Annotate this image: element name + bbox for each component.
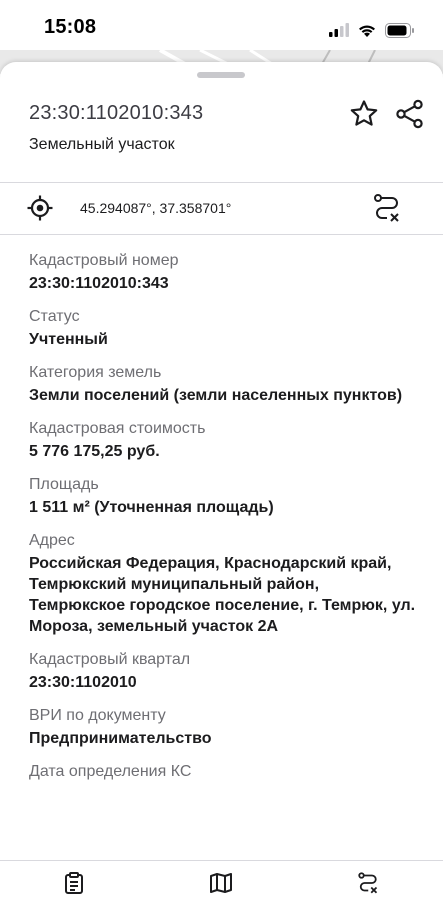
- field-label: Адрес: [29, 532, 75, 549]
- favorite-button[interactable]: [348, 98, 380, 130]
- clipboard-icon: [62, 871, 86, 895]
- bottom-tab-bar: [0, 860, 443, 901]
- coordinates-divider: [0, 234, 443, 235]
- field-label: Кадастровая стоимость: [29, 420, 206, 437]
- field-label: Кадастровый номер: [29, 252, 179, 269]
- share-icon: [394, 98, 426, 130]
- field-value[interactable]: 23:30:1102010: [29, 672, 419, 693]
- field-land-category: Категория земель Земли поселений (земли …: [29, 362, 419, 406]
- field-value[interactable]: 23:30:1102010:343: [29, 273, 419, 294]
- map-icon: [209, 871, 233, 895]
- parcel-number-title: 23:30:1102010:343: [29, 102, 204, 124]
- field-cadastral-quarter: Кадастровый квартал 23:30:1102010: [29, 649, 419, 693]
- field-status: Статус Учтенный: [29, 306, 419, 350]
- coordinates-text: 45.294087°, 37.358701°: [80, 200, 232, 216]
- field-value[interactable]: Земли поселений (земли населенных пункто…: [29, 385, 419, 406]
- field-address: Адрес Российская Федерация, Краснодарски…: [29, 530, 419, 637]
- status-bar: 15:08: [0, 0, 443, 56]
- wifi-icon: [357, 23, 377, 38]
- tab-route[interactable]: [357, 871, 381, 895]
- route-cancel-icon: [372, 192, 404, 224]
- parcel-fields: Кадастровый номер 23:30:1102010:343 Стат…: [29, 250, 419, 794]
- field-cadastral-number: Кадастровый номер 23:30:1102010:343: [29, 250, 419, 294]
- field-valuation-date: Дата определения КС: [29, 761, 419, 782]
- info-sheet: 23:30:1102010:343 Земельный участок 45.2…: [0, 62, 443, 900]
- status-icons: [329, 20, 415, 40]
- status-time: 15:08: [44, 16, 97, 38]
- field-permitted-use: ВРИ по документу Предпринимательство: [29, 705, 419, 749]
- field-value[interactable]: 5 776 175,25 руб.: [29, 441, 419, 462]
- field-label: Кадастровый квартал: [29, 651, 191, 668]
- battery-icon: [385, 22, 415, 38]
- parcel-type-subtitle: Земельный участок: [29, 136, 175, 153]
- field-label: Дата определения КС: [29, 763, 192, 780]
- field-label: Статус: [29, 308, 80, 325]
- tab-info[interactable]: [62, 871, 86, 895]
- field-cadastral-value: Кадастровая стоимость 5 776 175,25 руб.: [29, 418, 419, 462]
- cellular-signal-icon: [329, 23, 349, 37]
- field-label: Площадь: [29, 476, 99, 493]
- star-icon: [348, 98, 380, 130]
- share-button[interactable]: [394, 98, 426, 130]
- field-value[interactable]: Учтенный: [29, 329, 419, 350]
- field-value[interactable]: Российская Федерация, Краснодарский край…: [29, 553, 419, 637]
- sheet-grabber[interactable]: [197, 72, 245, 78]
- field-area: Площадь 1 511 м² (Уточненная площадь): [29, 474, 419, 518]
- route-cancel-icon: [357, 871, 381, 895]
- field-label: Категория земель: [29, 364, 162, 381]
- route-cancel-button[interactable]: [372, 192, 404, 224]
- field-value[interactable]: Предпринимательство: [29, 728, 419, 749]
- tab-map[interactable]: [209, 871, 233, 895]
- crosshair-icon[interactable]: [26, 194, 54, 222]
- field-label: ВРИ по документу: [29, 707, 166, 724]
- field-value[interactable]: 1 511 м² (Уточненная площадь): [29, 497, 419, 518]
- coordinates-row: 45.294087°, 37.358701°: [0, 182, 443, 234]
